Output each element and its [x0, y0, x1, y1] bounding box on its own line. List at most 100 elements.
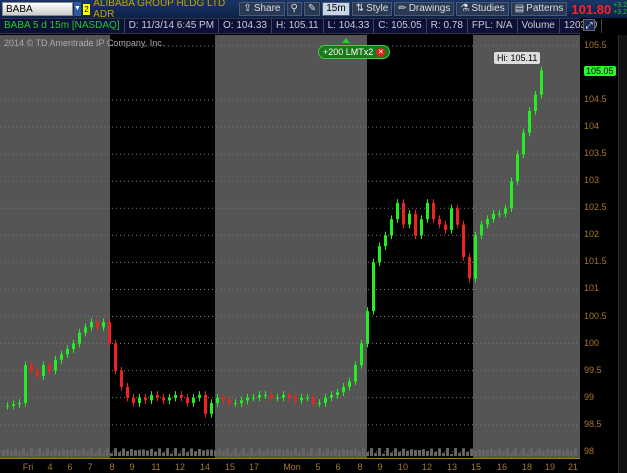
right-scrollbar[interactable]: [618, 35, 627, 473]
candle-body: [474, 235, 477, 279]
candle-body: [60, 354, 63, 360]
volume-bar: [442, 452, 445, 456]
volume-value: 120310: [560, 19, 603, 33]
zoom-button[interactable]: ⤢: [583, 19, 595, 31]
volume-bar: [478, 449, 481, 456]
drawings-button[interactable]: ✏ Drawings: [394, 2, 455, 16]
volume-bar: [530, 448, 533, 456]
volume-bar: [158, 448, 161, 456]
volume-bar: [210, 449, 213, 456]
volume-bar: [334, 448, 337, 456]
volume-bar: [82, 448, 85, 456]
link-group-badge[interactable]: 2: [82, 3, 91, 15]
price-chart[interactable]: [0, 35, 580, 458]
volume-bar: [330, 451, 333, 456]
drawing-tool-button[interactable]: ⚲: [286, 2, 302, 16]
candle-body: [186, 397, 189, 404]
studies-button[interactable]: ⚗ Studies: [456, 2, 509, 16]
time-axis[interactable]: Fri 4 6 7 8 9 11 12 14 15 17 Mon 5 6 8 9 10 12 13 15 16 18 19 2…: [0, 458, 580, 473]
volume-bar: [546, 449, 549, 456]
volume-bar: [106, 448, 109, 456]
price-tick: 104: [584, 121, 600, 132]
symbol-dropdown-icon[interactable]: ▼: [73, 2, 81, 16]
candle-body: [6, 405, 9, 407]
price-tick: 98.5: [584, 418, 602, 429]
candle-body: [78, 332, 81, 344]
volume-bar: [398, 451, 401, 456]
price-tick: 98: [584, 445, 595, 456]
volume-bar: [406, 450, 409, 456]
volume-bar: [146, 450, 149, 456]
volume-bar: [470, 448, 473, 456]
candle-body: [528, 110, 531, 133]
cancel-order-icon[interactable]: ✕: [376, 47, 386, 57]
candle-body: [444, 224, 447, 230]
volume-bar: [390, 452, 393, 456]
volume-bar: [562, 450, 565, 456]
candle-body: [42, 365, 45, 377]
candle-body: [72, 343, 75, 349]
volume-bar: [250, 448, 253, 456]
price-tick: 101: [584, 283, 600, 294]
volume-bar: [494, 450, 497, 456]
volume-bar: [430, 448, 433, 456]
candle-body: [30, 365, 33, 371]
candle-body: [66, 348, 69, 355]
symbol-input[interactable]: BABA: [2, 2, 73, 16]
candle-body: [156, 394, 159, 398]
candle-body: [246, 397, 249, 401]
volume-bar: [414, 449, 417, 456]
volume-bar: [322, 452, 325, 456]
patterns-label: Patterns: [526, 3, 564, 14]
volume-label: Volume: [518, 19, 560, 33]
volume-bar: [538, 448, 541, 456]
style-button[interactable]: ⇅ Style: [351, 2, 393, 16]
candle-body: [198, 394, 201, 398]
candle-body: [108, 321, 111, 344]
settings-button[interactable]: ✎: [303, 2, 321, 16]
working-order[interactable]: +200 LMTx2 ✕: [318, 45, 391, 59]
candle-body: [96, 321, 99, 328]
time-tick: 6: [335, 462, 341, 472]
candle-body: [414, 213, 417, 236]
volume-bar: [10, 450, 13, 456]
share-button[interactable]: ⇪ Share: [239, 2, 285, 16]
volume-bar: [434, 451, 437, 456]
volume-bar: [426, 450, 429, 456]
price-tick: 100: [584, 337, 600, 348]
patterns-button[interactable]: ▤ Patterns: [510, 2, 568, 16]
volume-bar: [78, 450, 81, 456]
volume-bar: [222, 451, 225, 456]
candle-body: [300, 397, 303, 401]
volume-bar: [202, 450, 205, 456]
candle-body: [396, 202, 399, 220]
volume-bar: [62, 449, 65, 456]
candle-body: [540, 70, 543, 95]
volume-bar: [502, 451, 505, 456]
volume-bar: [238, 453, 241, 456]
candle-body: [192, 397, 195, 404]
last-price-label: 105.05: [584, 66, 616, 76]
timeframe-button[interactable]: 15m: [322, 2, 350, 16]
order-marker-icon: [342, 38, 350, 43]
volume-bar: [98, 448, 101, 456]
copyright: 2014 © TD Ameritrade IP Company, Inc.: [4, 38, 165, 48]
price-axis[interactable]: 105.5 104.5 104 103.5 103 102.5 102 101.5 101 100…: [580, 35, 618, 458]
volume-bar: [366, 452, 369, 456]
volume-bar: [218, 448, 221, 456]
volume-bar: [294, 448, 297, 456]
time-tick: 9: [377, 462, 383, 472]
volume-bar: [190, 448, 193, 456]
volume-bar: [118, 452, 121, 456]
volume-bar: [382, 453, 385, 456]
company-name: ALIBABA GROUP HLDG LTD ADR: [93, 0, 226, 20]
time-tick: 11: [151, 462, 161, 472]
time-tick: 6: [67, 462, 73, 472]
volume-bar: [198, 448, 201, 456]
share-icon: ⇪: [243, 3, 252, 14]
candle-body: [360, 343, 363, 366]
volume-bar: [18, 451, 21, 456]
time-tick: 15: [470, 462, 482, 472]
time-tick: 12: [421, 462, 433, 472]
candle-body: [378, 246, 381, 263]
